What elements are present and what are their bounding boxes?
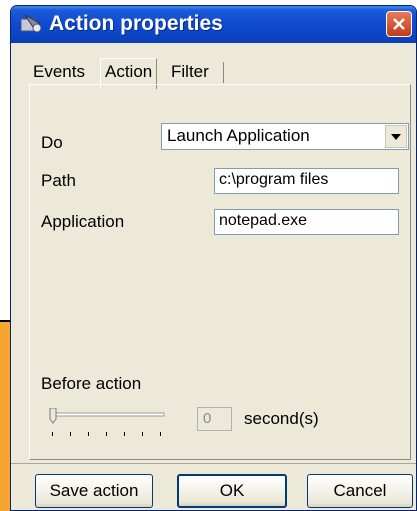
- chevron-down-icon: [391, 134, 401, 140]
- window-title: Action properties: [49, 12, 223, 35]
- slider-thumb: [49, 408, 57, 424]
- slider-ticks: [52, 432, 161, 436]
- application-label: Application: [41, 212, 125, 231]
- button-divider: [11, 463, 416, 464]
- seconds-input[interactable]: 0: [197, 407, 232, 431]
- dropdown-button[interactable]: [385, 125, 407, 148]
- app-icon: [20, 14, 42, 33]
- application-input[interactable]: notepad.exe: [214, 209, 399, 235]
- tab-events-label: Events: [33, 62, 85, 81]
- seconds-unit-label: second(s): [244, 409, 319, 428]
- close-icon: [393, 18, 405, 30]
- cancel-button[interactable]: Cancel: [307, 474, 413, 508]
- tab-filter-label: Filter: [171, 62, 209, 81]
- tab-separator: [223, 62, 224, 83]
- do-select-value: Launch Application: [167, 126, 310, 145]
- action-properties-window: Action properties Events Action Filter D…: [10, 5, 417, 511]
- title-bar[interactable]: Action properties: [11, 6, 416, 43]
- close-button[interactable]: [386, 11, 412, 37]
- tab-action-label: Action: [105, 62, 153, 81]
- path-input[interactable]: c:\program files: [214, 168, 399, 194]
- before-action-slider[interactable]: [48, 408, 170, 448]
- before-action-label: Before action: [41, 374, 142, 393]
- path-label: Path: [41, 171, 76, 190]
- do-select[interactable]: Launch Application: [161, 123, 409, 150]
- do-label: Do: [41, 133, 63, 152]
- save-action-button[interactable]: Save action: [35, 474, 153, 508]
- ok-button[interactable]: OK: [177, 474, 287, 508]
